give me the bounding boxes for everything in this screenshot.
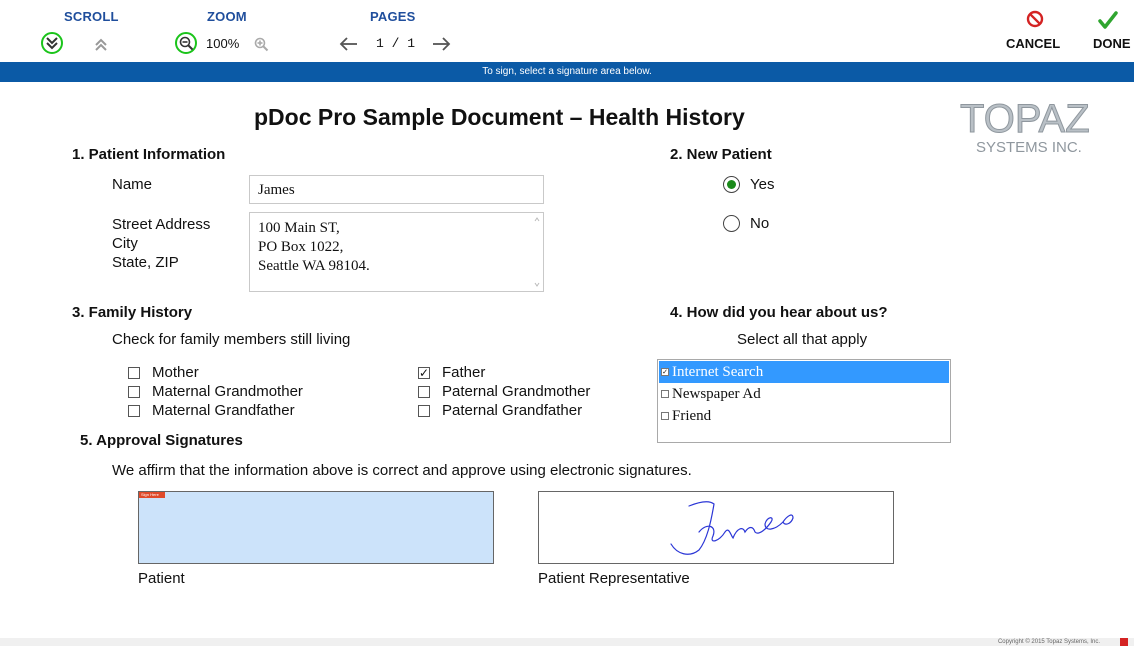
cancel-label: CANCEL xyxy=(1006,36,1061,51)
address-line: PO Box 1022, xyxy=(258,239,344,255)
checkbox-label: Father xyxy=(442,364,486,381)
logo-wordmark: TOPAZ xyxy=(960,97,1090,141)
checkbox-maternal-grandmother[interactable]: Maternal Grandmother xyxy=(128,382,303,401)
city-label: City xyxy=(112,235,138,252)
radio-option-no[interactable]: No xyxy=(723,215,769,232)
family-checkbox-column-maternal: Mother Maternal Grandmother Maternal Gra… xyxy=(128,363,303,420)
checkbox-label: Maternal Grandmother xyxy=(152,383,303,400)
scroll-down-button[interactable] xyxy=(41,32,63,54)
checkbox-label: Mother xyxy=(152,364,199,381)
pages-label: PAGES xyxy=(370,9,416,24)
checkbox-box[interactable] xyxy=(418,404,430,417)
checkbox-label: Paternal Grandmother xyxy=(442,383,591,400)
street-address-label: Street Address xyxy=(112,216,211,233)
cancel-icon xyxy=(1026,10,1044,28)
handwritten-signature xyxy=(670,501,794,555)
sign-here-tag: Sign Here xyxy=(139,492,165,498)
address-line: 100 Main ST, xyxy=(258,220,340,236)
next-page-button[interactable] xyxy=(430,35,452,53)
zoom-in-button[interactable] xyxy=(252,35,270,53)
name-field-value: James xyxy=(258,182,295,198)
checkmark-icon xyxy=(1098,11,1118,29)
name-label: Name xyxy=(112,176,153,193)
state-zip-label: State, ZIP xyxy=(112,254,179,271)
checkbox-paternal-grandfather[interactable]: Paternal Grandfather xyxy=(418,401,590,420)
radio-label-yes: Yes xyxy=(750,176,775,193)
checkbox-box[interactable] xyxy=(128,385,140,398)
radio-label-no: No xyxy=(750,215,770,232)
listbox-item-label: Internet Search xyxy=(672,364,764,380)
listbox-item-newspaper-ad[interactable]: Newspaper Ad xyxy=(659,383,949,405)
radio-option-yes[interactable]: Yes xyxy=(723,176,774,193)
referral-listbox[interactable]: ✓ Internet Search Newspaper Ad Friend xyxy=(657,359,951,443)
page-indicator: 1 / 1 xyxy=(376,36,416,51)
section-patient-information-heading: 1. Patient Information xyxy=(72,146,226,163)
address-line: Seattle WA 98104. xyxy=(258,258,370,274)
mini-checkbox xyxy=(661,390,669,398)
checkbox-maternal-grandfather[interactable]: Maternal Grandfather xyxy=(128,401,303,420)
footer-brand-icon[interactable] xyxy=(1120,638,1128,646)
approval-statement: We affirm that the information above is … xyxy=(112,462,692,479)
checkbox-father[interactable]: ✓ Father xyxy=(418,363,590,382)
logo-subtext: SYSTEMS INC. xyxy=(976,139,1082,154)
patient-signature-label: Patient xyxy=(138,570,185,587)
listbox-item-friend[interactable]: Friend xyxy=(659,405,949,427)
address-labels: Street Address City State, ZIP xyxy=(112,215,210,272)
address-scrollbar[interactable] xyxy=(533,215,541,289)
section-approval-signatures-heading: 5. Approval Signatures xyxy=(80,432,243,449)
radio-button-selected[interactable] xyxy=(723,176,740,193)
document-title: pDoc Pro Sample Document – Health Histor… xyxy=(254,104,745,130)
toolbar: SCROLL ZOOM PAGES 100% 1 / 1 CANCEL DONE xyxy=(0,0,1134,62)
double-chevron-down-icon xyxy=(41,32,63,54)
zoom-value: 100% xyxy=(206,36,240,51)
arrow-left-icon xyxy=(339,37,357,51)
document-page: pDoc Pro Sample Document – Health Histor… xyxy=(0,82,1134,638)
instruction-bar: To sign, select a signature area below. xyxy=(0,62,1134,82)
checkbox-mother[interactable]: Mother xyxy=(128,363,303,382)
section-new-patient-heading: 2. New Patient xyxy=(670,146,772,163)
checkbox-label: Maternal Grandfather xyxy=(152,402,295,419)
zoom-label: ZOOM xyxy=(207,9,247,24)
section-family-history-heading: 3. Family History xyxy=(72,304,193,321)
patient-signature-area[interactable]: Sign Here xyxy=(138,491,494,564)
copyright-text: Copyright © 2015 Topaz Systems, Inc. xyxy=(997,639,1100,645)
checkbox-box[interactable] xyxy=(418,385,430,398)
done-label: DONE xyxy=(1093,36,1131,51)
checkbox-box[interactable] xyxy=(128,404,140,417)
arrow-right-icon xyxy=(433,37,451,51)
listbox-item-label: Friend xyxy=(672,408,712,424)
footer-bar: Copyright © 2015 Topaz Systems, Inc. xyxy=(0,638,1134,646)
listbox-item-internet-search[interactable]: ✓ Internet Search xyxy=(659,361,949,383)
mini-checkbox-checked: ✓ xyxy=(661,368,669,376)
checkbox-label: Paternal Grandfather xyxy=(442,402,583,419)
representative-signature-label: Patient Representative xyxy=(538,570,690,587)
previous-page-button[interactable] xyxy=(338,35,360,53)
checkbox-box[interactable] xyxy=(128,366,140,379)
checkbox-paternal-grandmother[interactable]: Paternal Grandmother xyxy=(418,382,590,401)
scroll-label: SCROLL xyxy=(64,9,119,24)
checkbox-box-checked[interactable]: ✓ xyxy=(418,366,430,379)
radio-button[interactable] xyxy=(723,215,740,232)
listbox-item-label: Newspaper Ad xyxy=(672,386,761,402)
address-field[interactable]: 100 Main ST, PO Box 1022, Seattle WA 981… xyxy=(249,212,544,292)
zoom-in-icon xyxy=(254,37,268,51)
name-field[interactable]: James xyxy=(249,175,544,204)
scroll-up-button[interactable] xyxy=(92,36,110,54)
double-chevron-up-icon xyxy=(95,38,107,51)
referral-instruction: Select all that apply xyxy=(737,331,868,348)
family-checkbox-column-paternal: ✓ Father Paternal Grandmother Paternal G… xyxy=(418,363,590,420)
topaz-logo: TOPAZ SYSTEMS INC. xyxy=(956,94,1106,157)
family-history-instruction: Check for family members still living xyxy=(112,331,351,348)
representative-signature-area[interactable] xyxy=(538,491,894,564)
zoom-out-icon xyxy=(175,32,197,54)
mini-checkbox xyxy=(661,412,669,420)
section-referral-heading: 4. How did you hear about us? xyxy=(670,304,888,321)
zoom-out-button[interactable] xyxy=(175,32,197,54)
